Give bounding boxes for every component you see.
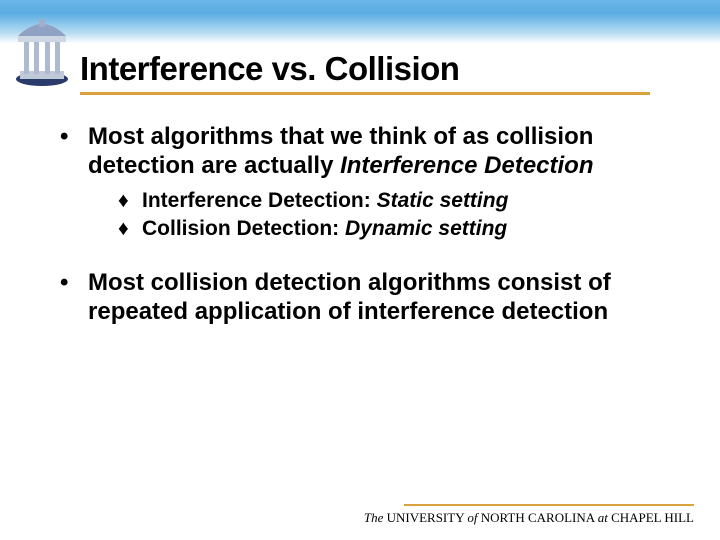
footer: The UNIVERSITY of NORTH CAROLINA at CHAP… [364, 504, 694, 526]
sub-italic: Dynamic setting [345, 217, 507, 240]
footer-line [404, 504, 694, 506]
content-area: • Most algorithms that we think of as co… [0, 95, 720, 327]
bullet-marker: • [56, 123, 88, 181]
sub-label: Collision Detection: [142, 217, 345, 240]
diamond-marker: ♦ [118, 215, 142, 243]
top-banner [0, 0, 720, 44]
footer-text: The UNIVERSITY of NORTH CAROLINA at CHAP… [364, 510, 694, 526]
sub-italic: Static setting [377, 189, 509, 212]
sub-list: ♦ Interference Detection: Static setting… [118, 187, 664, 244]
diamond-marker: ♦ [118, 187, 142, 215]
sub-bullet-item: ♦ Interference Detection: Static setting [118, 187, 664, 215]
sub-label: Interference Detection: [142, 189, 377, 212]
bullet-item: • Most algorithms that we think of as co… [56, 123, 664, 181]
sub-bullet-item: ♦ Collision Detection: Dynamic setting [118, 215, 664, 243]
bullet-text: Most collision detection algorithms cons… [88, 269, 611, 325]
bullet-emphasis: Interference Detection [340, 152, 593, 179]
bullet-marker: • [56, 269, 88, 327]
bullet-item: • Most collision detection algorithms co… [56, 269, 664, 327]
slide-title: Interference vs. Collision [80, 50, 720, 88]
unc-well-logo [12, 16, 72, 88]
header: Interference vs. Collision [0, 44, 720, 88]
